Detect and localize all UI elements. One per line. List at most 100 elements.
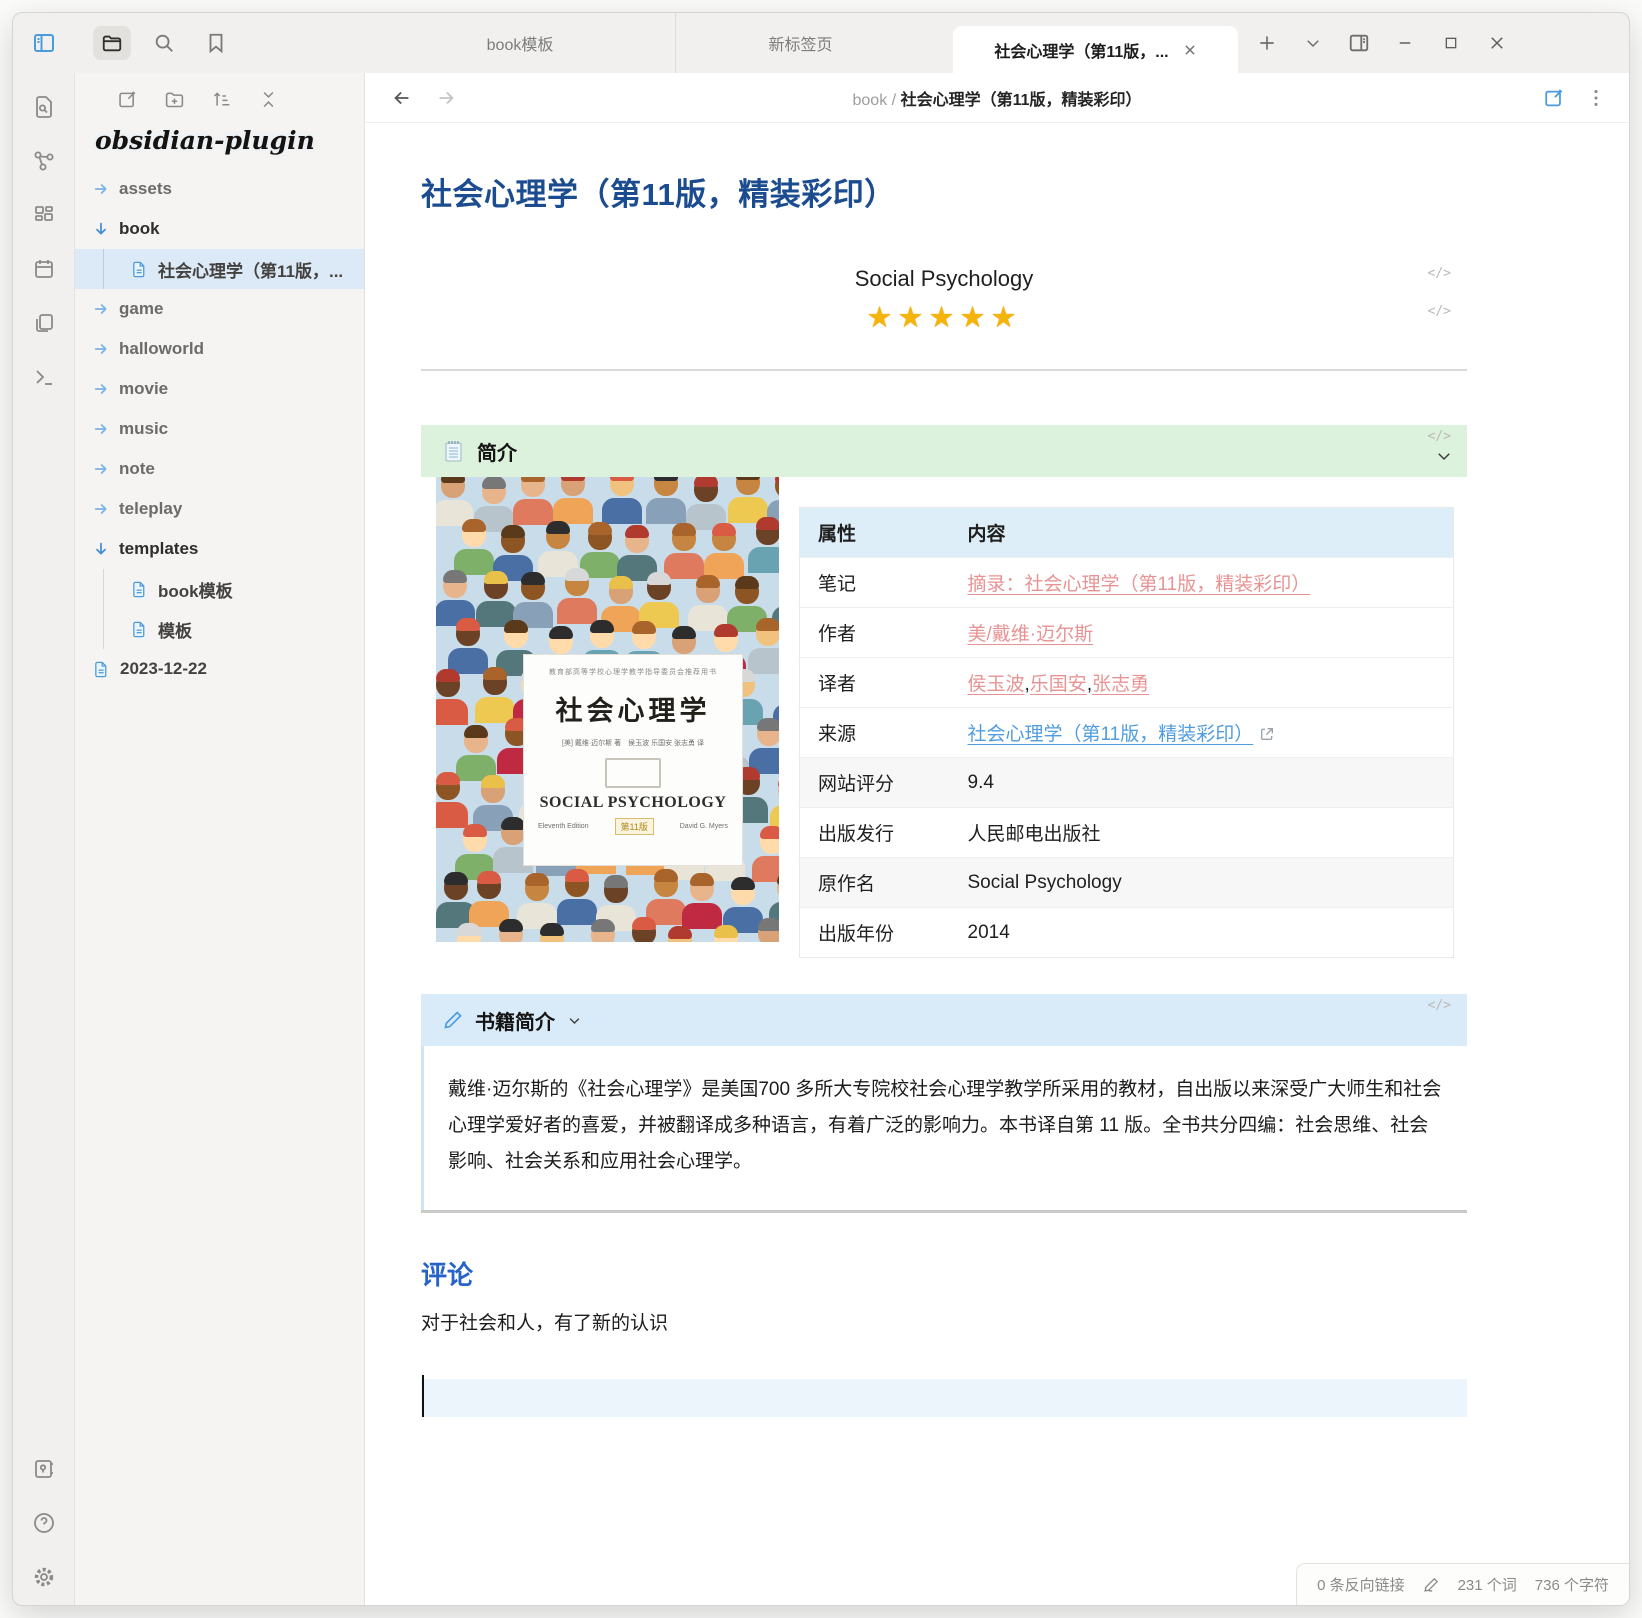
crowd-person-art bbox=[436, 774, 468, 828]
sidebar-folder-halloworld[interactable]: halloworld bbox=[75, 329, 364, 369]
property-value: 9.4 bbox=[950, 758, 1454, 808]
crowd-person-art bbox=[748, 620, 779, 674]
files-view-button[interactable] bbox=[93, 26, 131, 60]
terminal-icon[interactable] bbox=[32, 365, 56, 389]
sidebar-folder-book[interactable]: book bbox=[75, 209, 364, 249]
sidebar-folder-music[interactable]: music bbox=[75, 409, 364, 449]
tab-book-template[interactable]: book模板 bbox=[365, 13, 675, 73]
edit-block-icon[interactable]: </> bbox=[1428, 429, 1451, 444]
sidebar-file[interactable]: 社会心理学（第11版，... bbox=[75, 249, 364, 289]
toggle-right-sidebar-button[interactable] bbox=[1340, 26, 1378, 60]
crowd-person-art bbox=[583, 921, 623, 942]
breadcrumb-folder[interactable]: book bbox=[853, 92, 888, 109]
tab-new-page[interactable]: 新标签页 bbox=[675, 13, 925, 73]
char-count[interactable]: 736 个字符 bbox=[1535, 1574, 1609, 1595]
internal-link[interactable]: 摘录：社会心理学（第11版，精装彩印） bbox=[968, 574, 1311, 595]
table-row: 译者侯玉波,乐国安,张志勇 bbox=[800, 658, 1454, 708]
search-view-button[interactable] bbox=[145, 26, 183, 60]
edit-block-icon[interactable]: </> bbox=[1428, 998, 1451, 1013]
internal-link[interactable]: 美/戴维·迈尔斯 bbox=[968, 624, 1094, 645]
maximize-button[interactable] bbox=[1432, 26, 1470, 60]
sidebar-file[interactable]: book模板 bbox=[75, 569, 364, 609]
bookmarks-view-button[interactable] bbox=[197, 26, 235, 60]
settings-gear-icon[interactable] bbox=[32, 1565, 56, 1589]
table-header: 内容 bbox=[950, 508, 1454, 558]
internal-link[interactable]: 张志勇 bbox=[1092, 674, 1149, 695]
close-window-button[interactable] bbox=[1478, 26, 1516, 60]
pencil-icon bbox=[443, 1010, 463, 1030]
more-options-icon[interactable] bbox=[1585, 87, 1607, 109]
property-key: 出版年份 bbox=[800, 908, 950, 958]
text-cursor bbox=[422, 1375, 424, 1417]
page-title: 社会心理学（第11版，精装彩印） bbox=[421, 169, 1467, 214]
internal-link[interactable]: 侯玉波 bbox=[968, 674, 1025, 695]
help-icon[interactable] bbox=[32, 1511, 56, 1535]
property-value: 美/戴维·迈尔斯 bbox=[950, 608, 1454, 658]
table-row: 来源社会心理学（第11版，精装彩印） bbox=[800, 708, 1454, 758]
breadcrumb-title: 社会心理学（第11版，精装彩印） bbox=[901, 92, 1142, 109]
vault-switcher-icon[interactable] bbox=[32, 1457, 56, 1481]
property-key: 网站评分 bbox=[800, 758, 950, 808]
editor-active-line[interactable] bbox=[421, 1379, 1467, 1417]
property-value: 侯玉波,乐国安,张志勇 bbox=[950, 658, 1454, 708]
note-file-icon bbox=[131, 581, 148, 598]
canvas-icon[interactable] bbox=[32, 203, 56, 227]
crowd-person-art bbox=[660, 928, 700, 942]
book-intro-body: 戴维·迈尔斯的《社会心理学》是美国700 多所大专院校社会心理学教学所采用的教材… bbox=[421, 1046, 1467, 1210]
new-note-icon[interactable] bbox=[117, 89, 138, 110]
sidebar-file[interactable]: 2023-12-22 bbox=[75, 649, 364, 689]
maximize-icon bbox=[1443, 35, 1459, 51]
file-tree: assetsbook社会心理学（第11版，...gamehalloworldmo… bbox=[75, 169, 364, 689]
book-intro-callout: 书籍简介 </> 戴维·迈尔斯的《社会心理学》是美国700 多所大专院校社会心理… bbox=[421, 994, 1467, 1213]
edit-block-icon[interactable]: </> bbox=[1428, 266, 1451, 281]
sidebar-folder-game[interactable]: game bbox=[75, 289, 364, 329]
rating-stars[interactable]: ★★★★★ bbox=[421, 300, 1467, 335]
tab-list-dropdown-button[interactable] bbox=[1294, 26, 1332, 60]
search-icon bbox=[153, 32, 175, 54]
collapse-section-icon[interactable] bbox=[1435, 447, 1453, 465]
crowd-person-art bbox=[646, 871, 686, 925]
edit-mode-toggle-icon[interactable] bbox=[1543, 87, 1565, 109]
crowd-person-art bbox=[454, 521, 494, 575]
table-row: 笔记摘录：社会心理学（第11版，精装彩印） bbox=[800, 558, 1454, 608]
folder-collapsed-arrow-icon bbox=[93, 341, 109, 357]
tab-label: 社会心理学（第11版，... bbox=[994, 38, 1168, 62]
sidebar-folder-assets[interactable]: assets bbox=[75, 169, 364, 209]
graph-view-icon[interactable] bbox=[32, 149, 56, 173]
cover-authors: [美] 戴维·迈尔斯 著 侯玉波 乐国安 张志勇 译 bbox=[532, 738, 734, 748]
sidebar-folder-note[interactable]: note bbox=[75, 449, 364, 489]
navigate-forward-icon[interactable] bbox=[435, 87, 457, 109]
collapse-all-icon[interactable] bbox=[258, 89, 279, 110]
copy-icon[interactable] bbox=[32, 311, 56, 335]
intro-section-title: 简介 bbox=[477, 437, 517, 466]
cover-author-en: David G. Myers bbox=[680, 823, 728, 830]
property-value: 2014 bbox=[950, 908, 1454, 958]
crowd-person-art bbox=[749, 720, 779, 774]
collapse-callout-icon[interactable] bbox=[567, 1013, 582, 1028]
new-folder-icon[interactable] bbox=[164, 89, 185, 110]
quick-switcher-icon[interactable] bbox=[32, 95, 56, 119]
sidebar-folder-templates[interactable]: templates bbox=[75, 529, 364, 569]
toggle-left-sidebar-button[interactable] bbox=[25, 26, 63, 60]
navigate-back-icon[interactable] bbox=[391, 87, 413, 109]
sidebar-folder-teleplay[interactable]: teleplay bbox=[75, 489, 364, 529]
word-count[interactable]: 231 个词 bbox=[1458, 1574, 1517, 1595]
new-tab-button[interactable] bbox=[1248, 26, 1286, 60]
sidebar-file[interactable]: 模板 bbox=[75, 609, 364, 649]
edit-block-icon[interactable]: </> bbox=[1428, 304, 1451, 319]
crowd-person-art bbox=[469, 873, 509, 927]
sort-order-icon[interactable] bbox=[211, 89, 232, 110]
crowd-person-art bbox=[682, 875, 722, 929]
close-tab-icon[interactable] bbox=[1183, 43, 1197, 57]
external-link[interactable]: 社会心理学（第11版，精装彩印） bbox=[968, 724, 1254, 745]
backlinks-count[interactable]: 0 条反向链接 bbox=[1317, 1574, 1405, 1595]
left-ribbon bbox=[13, 73, 75, 1605]
crowd-person-art bbox=[513, 477, 553, 525]
tab-active-document[interactable]: 社会心理学（第11版，... bbox=[953, 26, 1238, 73]
calendar-icon[interactable] bbox=[32, 257, 56, 281]
internal-link[interactable]: 乐国安 bbox=[1030, 674, 1087, 695]
minimize-button[interactable] bbox=[1386, 26, 1424, 60]
sidebar-folder-movie[interactable]: movie bbox=[75, 369, 364, 409]
breadcrumb[interactable]: book / 社会心理学（第11版，精装彩印） bbox=[853, 86, 1142, 110]
crowd-person-art bbox=[553, 477, 593, 524]
